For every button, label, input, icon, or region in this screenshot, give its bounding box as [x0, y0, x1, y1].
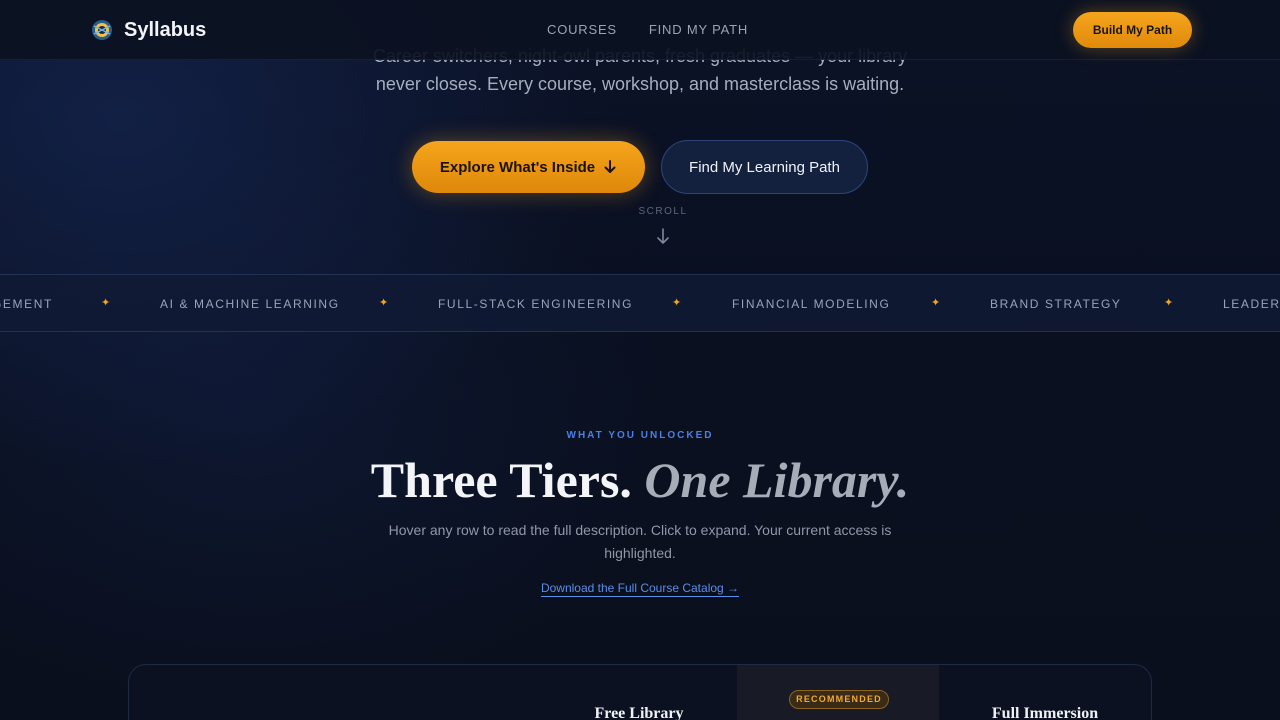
- nav-link-find-my-path[interactable]: FIND MY PATH: [649, 22, 748, 37]
- scroll-arrow-icon[interactable]: [655, 227, 671, 245]
- brand[interactable]: Syllabus: [90, 18, 206, 42]
- catalog-link-wrapper: Download the Full Course Catalog →: [440, 581, 840, 597]
- section-description: Hover any row to read the full descripti…: [388, 522, 892, 561]
- section-headline: Three Tiers. One Library.: [240, 452, 1040, 508]
- headline-strong: Three Tiers.: [370, 452, 632, 508]
- headline-soft: One Library.: [644, 452, 910, 508]
- topic-ticker: GEMENT ✦ AI & MACHINE LEARNING ✦ FULL-ST…: [0, 274, 1280, 332]
- tier-header-free-library[interactable]: Free Library: [559, 705, 719, 720]
- ticker-item: BRAND STRATEGY: [990, 297, 1122, 311]
- scroll-label: SCROLL: [638, 206, 688, 217]
- top-navbar: Syllabus COURSES FIND MY PATH Build My P…: [0, 0, 1280, 60]
- tier-header-full-immersion[interactable]: Full Immersion: [965, 705, 1125, 720]
- ticker-item: GEMENT: [0, 297, 53, 311]
- ticker-item: LEADERS: [1223, 297, 1280, 311]
- ticker-item: FINANCIAL MODELING: [732, 297, 891, 311]
- explore-button[interactable]: Explore What's Inside: [412, 141, 645, 193]
- find-learning-path-button[interactable]: Find My Learning Path: [661, 140, 868, 194]
- arrow-down-icon: [604, 160, 616, 173]
- download-catalog-link[interactable]: Download the Full Course Catalog →: [540, 581, 740, 597]
- star-separator-icon: ✦: [672, 297, 682, 309]
- star-separator-icon: ✦: [379, 297, 389, 309]
- tier-comparison-table: RECOMMENDED Free Library Full Immersion: [128, 664, 1152, 720]
- build-my-path-button[interactable]: Build My Path: [1073, 12, 1192, 48]
- star-separator-icon: ✦: [101, 297, 111, 309]
- star-separator-icon: ✦: [1164, 297, 1174, 309]
- explore-button-label: Explore What's Inside: [439, 158, 596, 176]
- recommended-badge: RECOMMENDED: [789, 690, 889, 709]
- nav-link-courses[interactable]: COURSES: [547, 22, 617, 37]
- ticker-track: GEMENT ✦ AI & MACHINE LEARNING ✦ FULL-ST…: [0, 275, 1280, 331]
- nav-links: COURSES FIND MY PATH: [547, 22, 780, 37]
- brand-name: Syllabus: [124, 18, 207, 41]
- brand-logo-icon: [92, 20, 112, 40]
- hero-subtitle-line-2: never closes. Every course, workshop, an…: [375, 74, 905, 94]
- star-separator-icon: ✦: [931, 297, 941, 309]
- background-glow: [0, 0, 1280, 720]
- ticker-item: FULL-STACK ENGINEERING: [438, 297, 634, 311]
- ticker-item: AI & MACHINE LEARNING: [160, 297, 340, 311]
- section-eyebrow: WHAT YOU UNLOCKED: [566, 430, 714, 441]
